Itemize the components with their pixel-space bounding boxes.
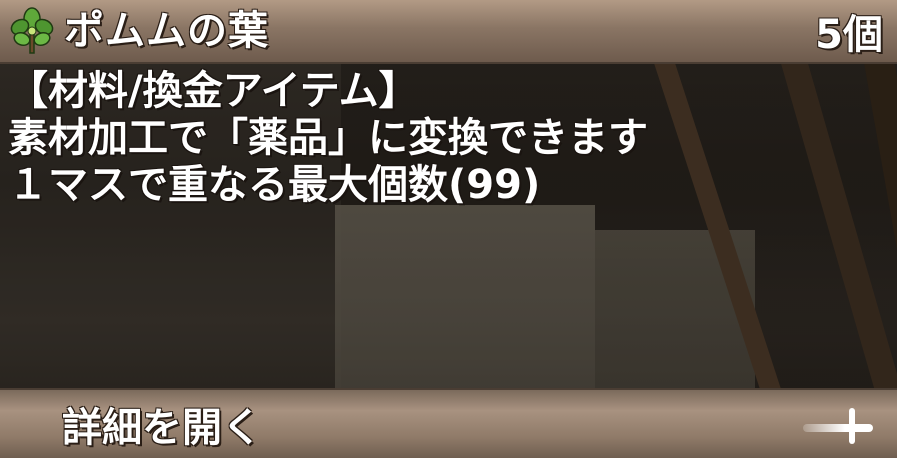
open-details-label: 詳細を開く <box>62 405 262 451</box>
open-details-button[interactable]: 詳細を開く <box>0 388 897 458</box>
leaf-icon <box>10 7 54 54</box>
item-description: 【材料/換金アイテム】 素材加工で「薬品」に変換できます １マスで重なる最大個数… <box>0 68 897 209</box>
item-header: ポムムの葉 5個 <box>0 0 897 64</box>
description-stack-limit: １マスで重なる最大個数(99) <box>8 162 541 208</box>
item-count: 5個 <box>815 12 883 58</box>
description-text: 素材加工で「薬品」に変換できます <box>8 115 648 161</box>
plus-icon[interactable] <box>803 404 873 444</box>
item-tooltip-panel: ポムムの葉 5個 【材料/換金アイテム】 素材加工で「薬品」に変換できます １マ… <box>0 0 897 458</box>
item-name: ポムムの葉 <box>64 8 269 54</box>
description-category: 【材料/換金アイテム】 <box>8 68 419 114</box>
